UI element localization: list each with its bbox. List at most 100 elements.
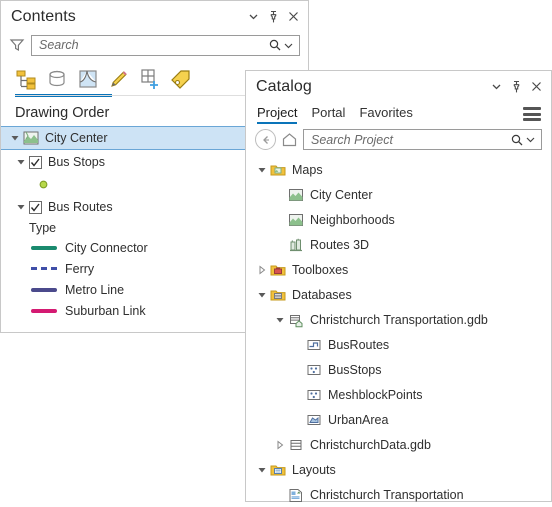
- catalog-item-christchurchdata-gdb[interactable]: ChristchurchData.gdb: [246, 432, 551, 457]
- geodatabase-icon: [288, 437, 304, 453]
- legend-label: Metro Line: [65, 282, 125, 297]
- scene-3d-icon: [288, 237, 304, 253]
- expand-arrow-icon[interactable]: [256, 464, 268, 476]
- line-swatch-city-connector: [31, 245, 57, 250]
- expand-arrow-icon[interactable]: [9, 132, 21, 144]
- point-feature-icon: [306, 387, 322, 403]
- catalog-item-urbanarea[interactable]: UrbanArea: [246, 407, 551, 432]
- catalog-item-label: BusStops: [328, 362, 382, 377]
- tab-portal[interactable]: Portal: [311, 105, 345, 123]
- layer-visibility-checkbox[interactable]: [29, 155, 42, 169]
- catalog-item-neighborhoods[interactable]: Neighborhoods: [246, 207, 551, 232]
- search-icon[interactable]: [510, 133, 524, 147]
- expand-arrow-icon[interactable]: [274, 314, 286, 326]
- line-symbol-swatch: [29, 287, 59, 292]
- catalog-tree: Maps City Center Neighborhoods Routes 3D…: [246, 157, 551, 507]
- labeling-tag-icon[interactable]: [170, 68, 192, 92]
- folder-layouts-icon: [270, 462, 286, 478]
- funnel-icon[interactable]: [9, 37, 25, 53]
- catalog-item-label: Layouts: [292, 462, 336, 477]
- layer-label: Bus Routes: [48, 200, 113, 214]
- catalog-panel: Catalog Project Portal Favorites Search …: [245, 70, 552, 502]
- geodatabase-home-icon: [288, 312, 304, 328]
- expand-arrow-icon[interactable]: [15, 201, 27, 213]
- legend-label: Ferry: [65, 261, 95, 276]
- folder-toolboxes-icon: [270, 262, 286, 278]
- catalog-item-label: Maps: [292, 162, 323, 177]
- chevron-down-icon[interactable]: [487, 78, 505, 96]
- line-symbol-swatch: [29, 245, 59, 250]
- contents-map-label: City Center: [45, 131, 108, 145]
- catalog-item-label: Routes 3D: [310, 237, 370, 252]
- catalog-item-databases[interactable]: Databases: [246, 282, 551, 307]
- layer-visibility-checkbox[interactable]: [29, 200, 42, 214]
- expand-arrow-icon[interactable]: [15, 156, 27, 168]
- tab-favorites[interactable]: Favorites: [359, 105, 412, 123]
- pin-icon[interactable]: [264, 8, 282, 26]
- line-symbol-swatch: [29, 267, 59, 270]
- legend-label: City Connector: [65, 240, 148, 255]
- catalog-item-busroutes[interactable]: BusRoutes: [246, 332, 551, 357]
- line-swatch-ferry: [31, 267, 57, 270]
- line-feature-icon: [306, 337, 322, 353]
- catalog-item-routes-3d[interactable]: Routes 3D: [246, 232, 551, 257]
- editing-icon[interactable]: [108, 68, 130, 92]
- chevron-down-icon[interactable]: [244, 8, 262, 26]
- contents-search-placeholder: Search: [39, 38, 79, 52]
- pin-icon[interactable]: [507, 78, 525, 96]
- catalog-item-meshblockpoints[interactable]: MeshblockPoints: [246, 382, 551, 407]
- layout-icon: [288, 487, 304, 503]
- catalog-panel-title: Catalog: [256, 77, 312, 95]
- data-source-icon[interactable]: [46, 68, 68, 92]
- catalog-item-label: ChristchurchData.gdb: [310, 437, 431, 452]
- map-icon: [288, 212, 304, 228]
- contents-search-input[interactable]: Search: [31, 34, 300, 56]
- catalog-item-label: Christchurch Transportation.gdb: [310, 312, 488, 327]
- catalog-item-label: Toolboxes: [292, 262, 349, 277]
- point-feature-icon: [306, 362, 322, 378]
- tab-project[interactable]: Project: [257, 105, 298, 124]
- back-arrow-icon[interactable]: [255, 129, 276, 150]
- polygon-feature-icon: [306, 412, 322, 428]
- catalog-tabs: Project Portal Favorites: [246, 102, 551, 126]
- folder-databases-icon: [270, 287, 286, 303]
- layer-label: Bus Stops: [48, 155, 105, 169]
- snapping-grid-icon[interactable]: [139, 68, 161, 92]
- search-options-chevron-icon[interactable]: [282, 39, 295, 52]
- home-icon[interactable]: [281, 131, 298, 148]
- contents-map-row[interactable]: City Center: [1, 126, 247, 150]
- expand-arrow-icon[interactable]: [256, 164, 268, 176]
- catalog-search-placeholder: Search Project: [311, 132, 393, 147]
- collapse-arrow-icon[interactable]: [274, 439, 286, 451]
- catalog-item-maps[interactable]: Maps: [246, 157, 551, 182]
- close-icon[interactable]: [284, 8, 302, 26]
- catalog-item-christchurch-transportation-layout[interactable]: Christchurch Transportation: [246, 482, 551, 507]
- line-symbol-swatch: [29, 308, 59, 313]
- catalog-panel-header: Catalog: [246, 71, 551, 102]
- catalog-item-christchurch-transportation-gdb[interactable]: Christchurch Transportation.gdb: [246, 307, 551, 332]
- catalog-item-city-center[interactable]: City Center: [246, 182, 551, 207]
- catalog-search-row: Search Project: [246, 126, 551, 155]
- search-icon[interactable]: [268, 38, 282, 52]
- expand-arrow-icon[interactable]: [256, 289, 268, 301]
- close-icon[interactable]: [527, 78, 545, 96]
- catalog-header-buttons: [487, 78, 545, 96]
- catalog-search-input[interactable]: Search Project: [303, 129, 542, 150]
- selection-icon[interactable]: [77, 68, 99, 92]
- catalog-item-label: MeshblockPoints: [328, 387, 423, 402]
- catalog-item-toolboxes[interactable]: Toolboxes: [246, 257, 551, 282]
- catalog-item-label: Databases: [292, 287, 352, 302]
- catalog-item-layouts[interactable]: Layouts: [246, 457, 551, 482]
- point-symbol-swatch: [39, 180, 51, 189]
- catalog-item-busstops[interactable]: BusStops: [246, 357, 551, 382]
- drawing-order-icon[interactable]: [15, 68, 37, 92]
- search-options-chevron-icon[interactable]: [524, 133, 537, 146]
- folder-maps-icon: [270, 162, 286, 178]
- catalog-item-label: City Center: [310, 187, 373, 202]
- hamburger-menu-icon[interactable]: [523, 107, 541, 121]
- map-icon: [288, 187, 304, 203]
- contents-panel-title: Contents: [11, 7, 76, 25]
- catalog-item-label: BusRoutes: [328, 337, 390, 352]
- collapse-arrow-icon[interactable]: [256, 264, 268, 276]
- contents-panel-header: Contents: [1, 1, 308, 32]
